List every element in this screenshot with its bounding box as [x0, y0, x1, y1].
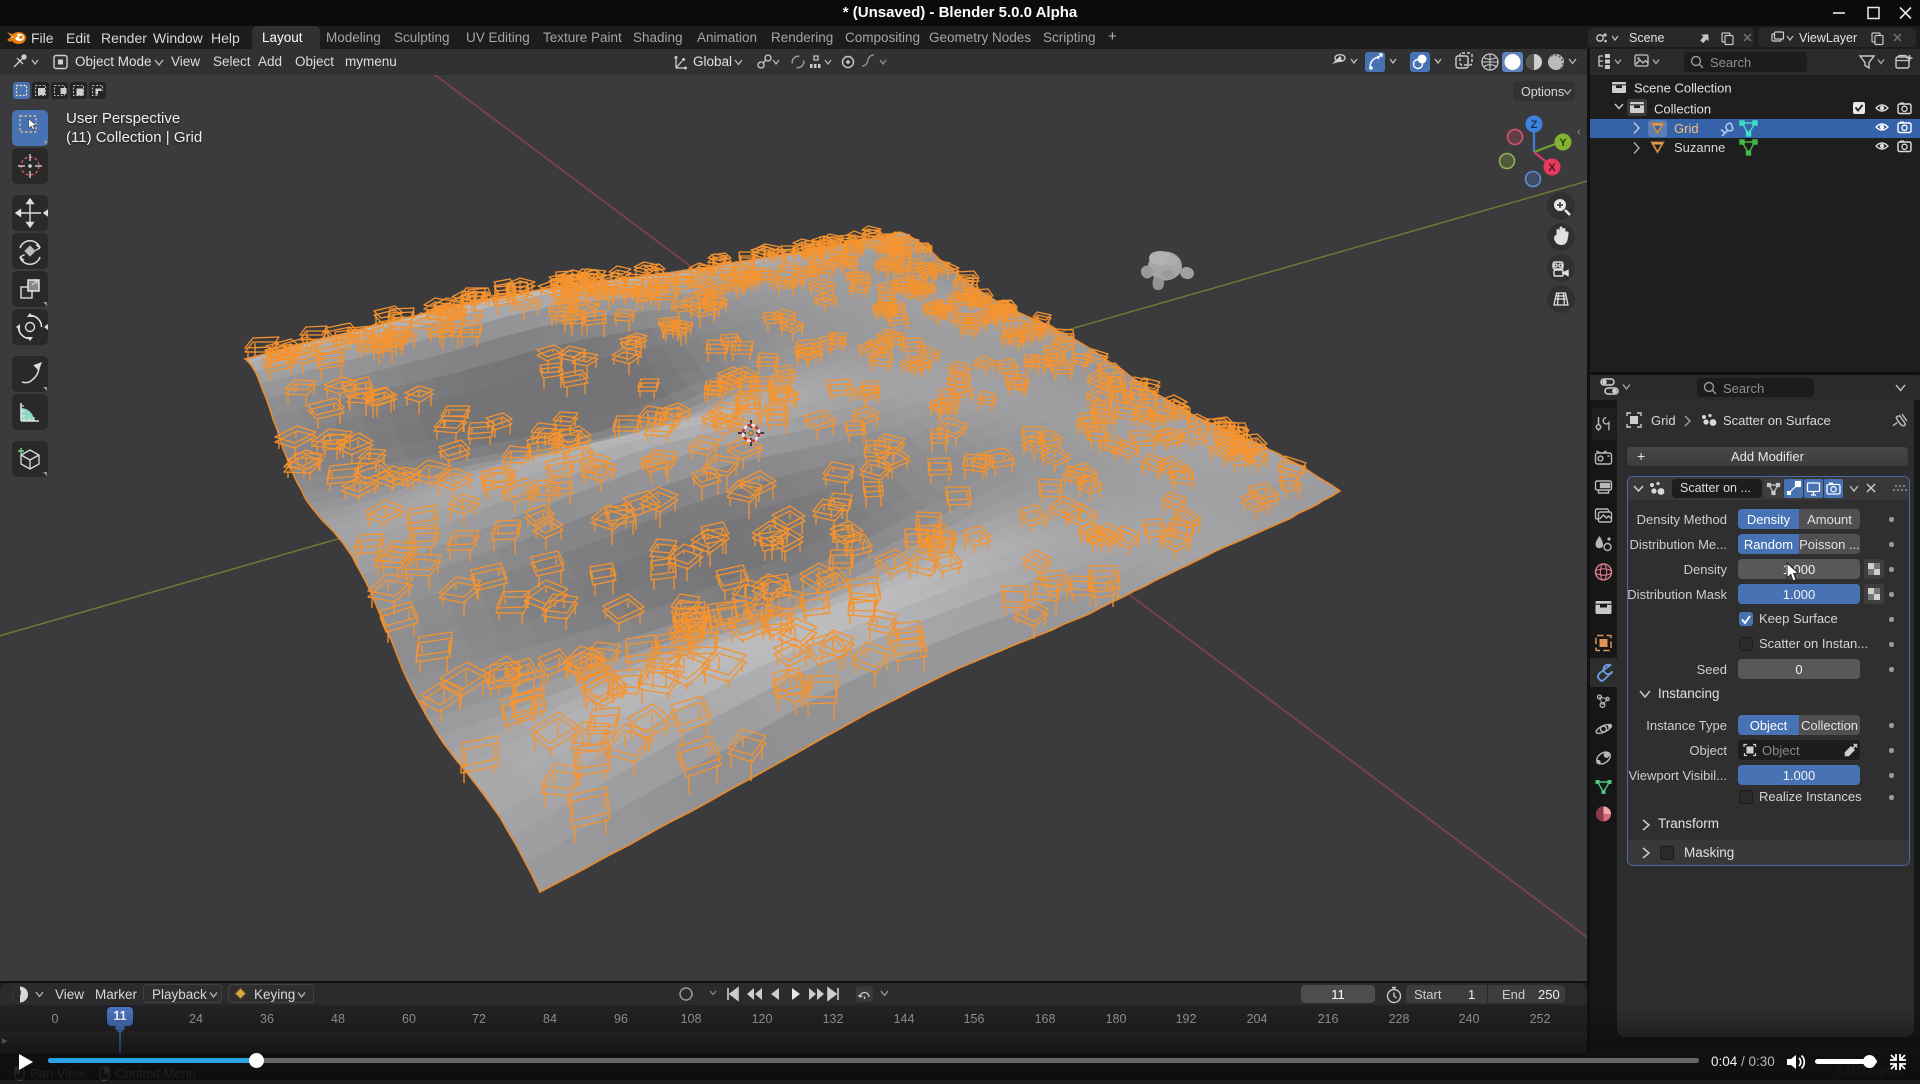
svg-text:Collection: Collection: [1654, 102, 1711, 117]
svg-text:Global: Global: [693, 54, 732, 69]
svg-text:Scatter on Surface: Scatter on Surface: [1723, 413, 1831, 428]
svg-text:Suzanne: Suzanne: [1674, 140, 1725, 155]
svg-text:Y: Y: [1559, 137, 1567, 149]
svg-text:Grid: Grid: [1674, 121, 1699, 136]
svg-text:Z: Z: [1531, 119, 1538, 131]
svg-text:Pan View: Pan View: [30, 1066, 85, 1081]
svg-text:X: X: [1548, 162, 1556, 174]
svg-text:Grid: Grid: [1651, 413, 1676, 428]
svg-text:Scene: Scene: [1629, 31, 1664, 45]
svg-text:ViewLayer: ViewLayer: [1799, 31, 1857, 45]
svg-text:Context Menu: Context Menu: [115, 1066, 196, 1081]
svg-text:Scene Collection: Scene Collection: [1634, 81, 1732, 96]
